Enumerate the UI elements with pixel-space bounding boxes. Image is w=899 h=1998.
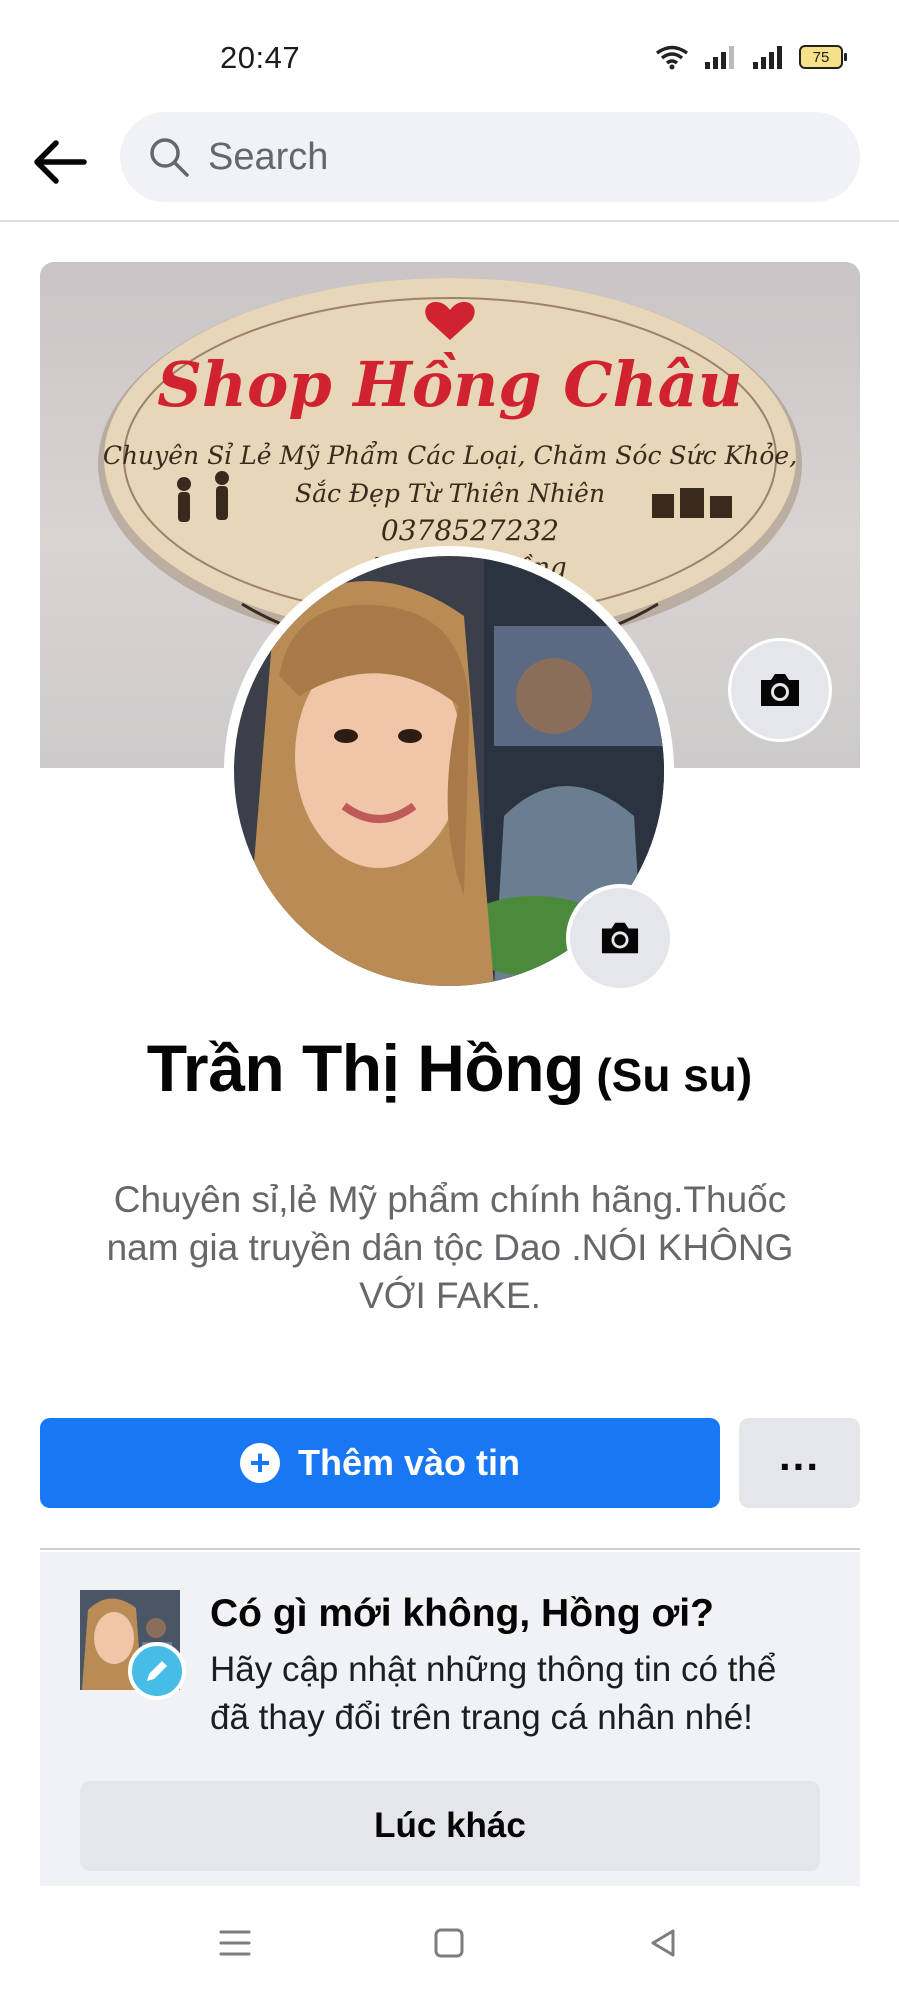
bio-line: Chuyên sỉ,lẻ Mỹ phẩm chính hãng.Thuốc (113, 1179, 787, 1220)
status-time: 20:47 (220, 40, 301, 75)
profile-name-line: Trần Thị Hồng (Su su) (0, 1030, 899, 1106)
divider (40, 1548, 860, 1550)
card-body-line: Hãy cập nhật những thông tin có thể (210, 1650, 777, 1689)
sign-phone: 0378527232 (381, 514, 559, 547)
bio-line: VỚI FAKE. (359, 1275, 541, 1316)
battery-icon: 75 (799, 45, 847, 69)
avatar-camera-button[interactable] (566, 884, 674, 992)
battery-level: 75 (812, 48, 830, 66)
profile-bio[interactable]: Chuyên sỉ,lẻ Mỹ phẩm chính hãng.Thuốc na… (80, 1176, 820, 1320)
card-title: Có gì mới không, Hồng ơi? (210, 1592, 714, 1635)
pencil-icon (147, 1661, 167, 1681)
cover-camera-button[interactable] (728, 638, 832, 742)
add-to-story-label: Thêm vào tin (297, 1442, 521, 1483)
status-icons: 75 (655, 44, 847, 70)
nav-back-button[interactable] (628, 1908, 698, 1978)
search-bar[interactable] (120, 112, 860, 202)
search-icon (150, 138, 189, 177)
plus-icon: + (239, 1443, 280, 1483)
camera-icon (761, 674, 799, 706)
search-input[interactable] (208, 135, 768, 179)
back-triangle-icon (651, 1929, 675, 1957)
profile-nickname: (Su su) (596, 1049, 753, 1101)
top-bar (0, 110, 899, 222)
later-label: Lúc khác (374, 1806, 526, 1845)
wifi-icon (655, 45, 689, 70)
profile-name: Trần Thị Hồng (146, 1031, 585, 1105)
back-arrow-icon (34, 140, 87, 184)
back-button[interactable] (30, 132, 90, 192)
sign-line1: Chuyên Sỉ Lẻ Mỹ Phẩm Các Loại, Chăm Sóc … (103, 441, 797, 470)
home-square-icon (434, 1928, 464, 1958)
sign-line2: Sắc Đẹp Từ Thiên Nhiên (295, 479, 605, 508)
edit-profile-button[interactable] (128, 1642, 186, 1700)
later-button[interactable]: Lúc khác (80, 1781, 820, 1871)
system-nav-bar (0, 1886, 899, 1998)
status-bar: 20:47 75 (0, 0, 899, 110)
camera-icon (601, 922, 639, 954)
card-body-line: đã thay đổi trên trang cá nhân nhé! (210, 1698, 753, 1737)
add-to-story-button[interactable]: + Thêm vào tin (40, 1418, 720, 1508)
profile-update-card: Có gì mới không, Hồng ơi? Hãy cập nhật n… (40, 1552, 860, 1886)
card-body: Hãy cập nhật những thông tin có thể đã t… (210, 1646, 830, 1742)
more-options-button[interactable]: ... (739, 1418, 860, 1508)
bio-line: nam gia truyền dân tộc Dao .NÓI KHÔNG (106, 1227, 794, 1268)
menu-icon (219, 1930, 251, 1956)
more-icon: ... (778, 1432, 820, 1479)
sign-title: Shop Hồng Châu (157, 348, 743, 421)
nav-menu-button[interactable] (200, 1908, 270, 1978)
signal-icon (705, 46, 734, 69)
nav-home-button[interactable] (414, 1908, 484, 1978)
signal-icon (753, 46, 782, 69)
